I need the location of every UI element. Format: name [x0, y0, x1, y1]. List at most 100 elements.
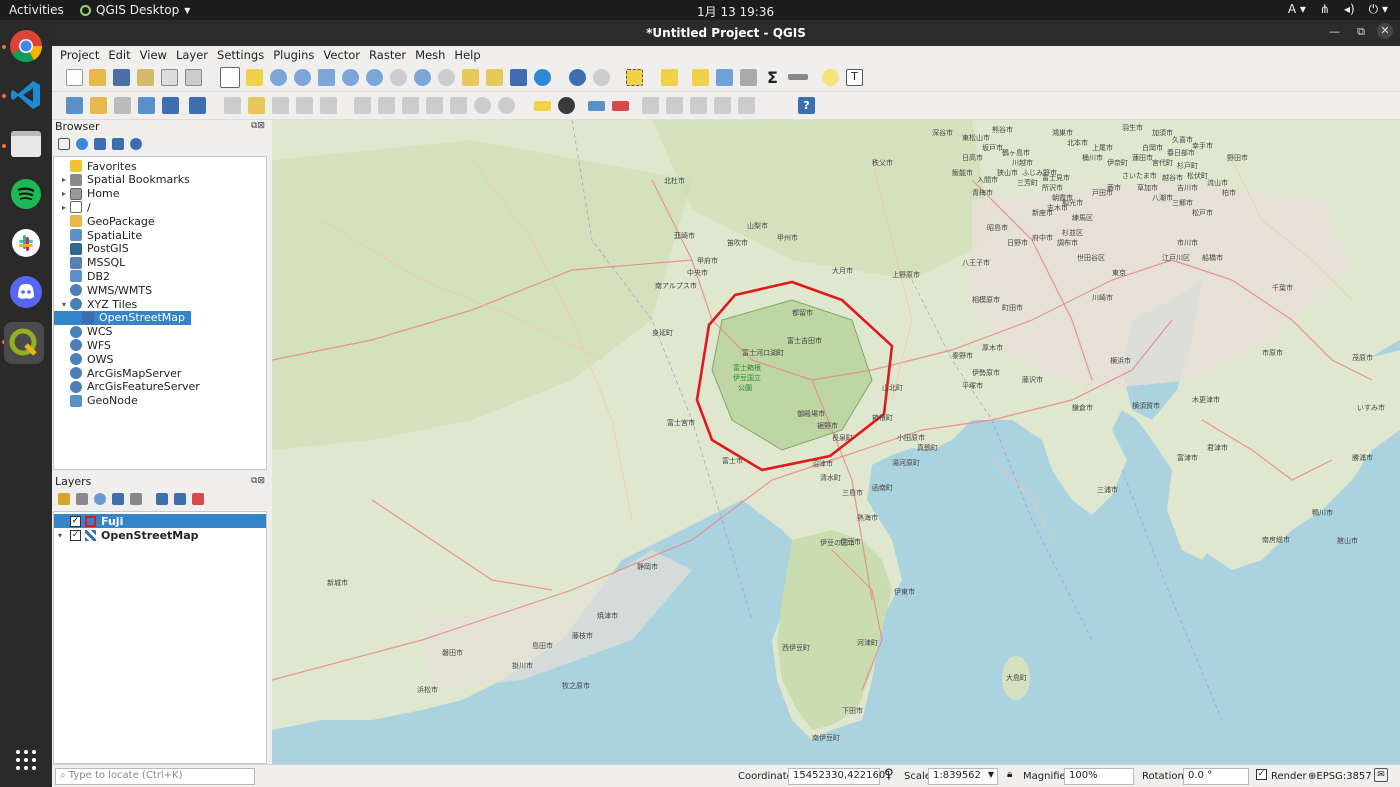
render-checkbox[interactable]: ✓ — [1256, 769, 1267, 780]
menu-raster[interactable]: Raster — [369, 46, 406, 64]
save-as-icon[interactable] — [137, 69, 154, 86]
crs-button[interactable]: ⊕EPSG:3857 — [1308, 771, 1372, 782]
browser-item[interactable]: OWS — [54, 352, 114, 366]
collapse-all-layers-icon[interactable] — [174, 493, 186, 505]
lock-scale-icon[interactable]: 🔒︎ — [1007, 769, 1012, 780]
chrome-icon[interactable] — [8, 28, 44, 64]
attribute-table-icon[interactable] — [716, 69, 733, 86]
browser-item[interactable]: OpenStreetMap — [54, 310, 191, 325]
field-calculator-icon[interactable] — [740, 69, 757, 86]
show-bookmarks-icon[interactable] — [510, 69, 527, 86]
add-group-icon[interactable] — [76, 493, 88, 505]
vscode-icon[interactable] — [8, 77, 44, 113]
activities-button[interactable]: Activities — [9, 3, 64, 17]
highlight-pinned-labels-icon[interactable] — [588, 101, 605, 111]
text-annotation-icon[interactable]: T — [846, 69, 863, 86]
select-by-value-icon[interactable] — [661, 69, 678, 86]
menu-project[interactable]: Project — [60, 46, 99, 64]
identify-icon[interactable] — [569, 69, 586, 86]
menu-view[interactable]: View — [140, 46, 167, 64]
new-print-layout-icon[interactable] — [161, 69, 178, 86]
filter-browser-icon[interactable] — [94, 138, 106, 150]
menu-edit[interactable]: Edit — [108, 46, 130, 64]
expand-arrow-icon[interactable]: ▸ — [58, 203, 70, 212]
measure-icon[interactable] — [788, 74, 808, 80]
refresh-icon[interactable] — [534, 69, 551, 86]
browser-item[interactable]: ▾ XYZ Tiles — [54, 297, 137, 311]
browser-item[interactable]: MSSQL — [54, 256, 125, 270]
select-features-icon[interactable] — [626, 69, 643, 86]
chevron-down-icon[interactable]: ▾ — [54, 531, 66, 540]
label-properties-icon[interactable] — [738, 97, 755, 114]
current-edits-icon[interactable] — [224, 97, 241, 114]
new-virtual-layer-icon[interactable] — [162, 97, 179, 114]
collapse-all-icon[interactable] — [112, 138, 124, 150]
expand-arrow-icon[interactable]: ▾ — [58, 300, 70, 309]
expand-all-icon[interactable] — [156, 493, 168, 505]
layer-visibility-checkbox[interactable]: ✓ — [70, 529, 81, 541]
refresh-browser-icon[interactable] — [76, 138, 88, 150]
remove-layer-icon[interactable] — [192, 493, 204, 505]
new-geopackage-layer-icon[interactable] — [90, 97, 107, 114]
add-selected-layers-icon[interactable] — [58, 138, 70, 150]
copy-features-icon[interactable] — [426, 97, 443, 114]
map-canvas[interactable]: 富士箱根 伊豆国立 公園 富士吉田市 大月市 甲府市 静岡市 沼津市 富士市 御… — [272, 120, 1400, 764]
browser-item[interactable]: DB2 — [54, 269, 110, 283]
show-apps-icon[interactable] — [8, 742, 44, 778]
browser-item[interactable]: Favorites — [54, 159, 137, 173]
qgis-icon[interactable] — [4, 322, 44, 364]
layout-manager-icon[interactable] — [185, 69, 202, 86]
close-button[interactable]: ✕ — [1377, 23, 1393, 39]
zoom-native-icon[interactable] — [390, 69, 407, 86]
add-feature-icon[interactable] — [296, 97, 313, 114]
modify-attributes-icon[interactable] — [354, 97, 371, 114]
statistics-sigma-icon[interactable]: Σ — [764, 69, 781, 86]
minimize-button[interactable]: — — [1329, 25, 1340, 38]
zoom-in-icon[interactable] — [270, 69, 287, 86]
pin-labels-icon[interactable] — [612, 101, 629, 111]
filter-expression-icon[interactable] — [130, 493, 142, 505]
zoom-last-icon[interactable] — [414, 69, 431, 86]
scale-combobox[interactable]: 1:839562 ▼ — [928, 768, 998, 785]
open-project-icon[interactable] — [89, 69, 106, 86]
magnifier-spinbox[interactable]: 100% — [1064, 768, 1134, 785]
menu-plugins[interactable]: Plugins — [273, 46, 314, 64]
map-tips-icon[interactable] — [822, 69, 839, 86]
browser-item[interactable]: WFS — [54, 338, 111, 352]
browser-item[interactable]: ArcGisFeatureServer — [54, 380, 200, 394]
show-hide-labels-icon[interactable] — [642, 97, 659, 114]
spotify-icon[interactable] — [8, 176, 44, 212]
layer-diagram-icon[interactable] — [558, 97, 575, 114]
window-title-bar[interactable]: *Untitled Project - QGIS — ⧉ ✕ — [52, 20, 1400, 46]
locator-search-input[interactable]: ⌕ Type to locate (Ctrl+K) — [55, 768, 255, 785]
zoom-next-icon[interactable] — [438, 69, 455, 86]
open-layer-styling-icon[interactable] — [58, 493, 70, 505]
rotate-label-icon[interactable] — [690, 97, 707, 114]
layer-visibility-checkbox[interactable]: ✓ — [70, 515, 81, 527]
zoom-out-icon[interactable] — [294, 69, 311, 86]
new-shapefile-layer-icon[interactable] — [114, 97, 131, 114]
menu-vector[interactable]: Vector — [323, 46, 360, 64]
browser-item[interactable]: ▸ Home — [54, 187, 120, 201]
pan-to-selection-icon[interactable] — [246, 69, 263, 86]
zoom-layer-icon[interactable] — [366, 69, 383, 86]
toggle-editing-icon[interactable] — [248, 97, 265, 114]
panel-float-close-icon[interactable]: ⧉⊠ — [251, 476, 265, 486]
help-icon[interactable]: ? — [798, 97, 815, 114]
layer-row-openstreetmap[interactable]: ▾ ✓ OpenStreetMap — [54, 528, 266, 542]
new-project-icon[interactable] — [66, 69, 83, 86]
browser-item[interactable]: GeoNode — [54, 394, 138, 408]
menu-layer[interactable]: Layer — [176, 46, 208, 64]
browser-item[interactable]: PostGIS — [54, 242, 129, 256]
expand-arrow-icon[interactable]: ▸ — [58, 189, 70, 198]
change-label-icon[interactable] — [714, 97, 731, 114]
menu-settings[interactable]: Settings — [217, 46, 264, 64]
zoom-full-icon[interactable] — [318, 69, 335, 86]
deselect-icon[interactable] — [692, 69, 709, 86]
menu-help[interactable]: Help — [454, 46, 480, 64]
app-menu[interactable]: QGIS Desktop ▼ — [80, 3, 190, 17]
panel-float-close-icon[interactable]: ⧉⊠ — [251, 121, 265, 131]
slack-icon[interactable] — [8, 225, 44, 261]
run-action-icon[interactable] — [593, 69, 610, 86]
expand-arrow-icon[interactable]: ▸ — [58, 175, 70, 184]
